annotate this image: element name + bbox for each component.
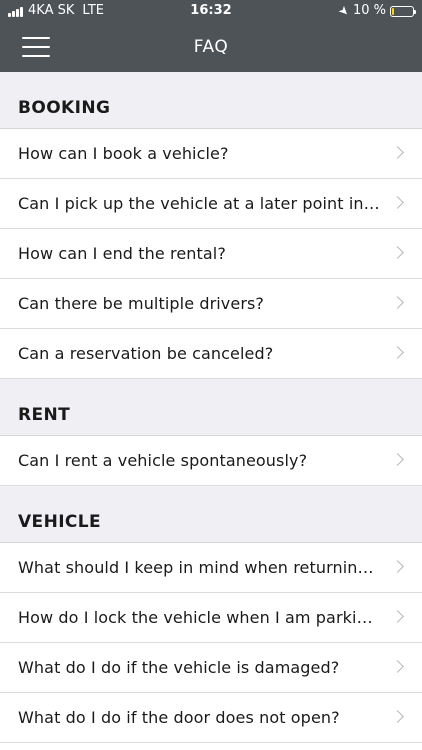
faq-question: Can there be multiple drivers?: [18, 294, 265, 313]
chevron-right-icon: [391, 453, 404, 466]
nav-bar: FAQ: [0, 22, 422, 72]
chevron-right-icon: [391, 246, 404, 259]
section-title: BOOKING: [18, 98, 111, 118]
faq-question: How do I lock the vehicle when I am park…: [18, 608, 382, 627]
chevron-right-icon: [391, 196, 404, 209]
chevron-right-icon: [391, 346, 404, 359]
faq-question: Can I rent a vehicle spontaneously?: [18, 451, 308, 470]
chevron-right-icon: [391, 710, 404, 723]
faq-question: Can I pick up the vehicle at a later poi…: [18, 194, 382, 213]
faq-item[interactable]: How do I lock the vehicle when I am park…: [0, 593, 422, 643]
status-right: ➤ 10 %: [335, 0, 416, 22]
faq-question: How can I book a vehicle?: [18, 144, 229, 163]
battery-icon: [390, 5, 416, 17]
section-header: VEHICLE: [0, 486, 422, 543]
faq-item[interactable]: How can I end the rental?: [0, 229, 422, 279]
faq-item[interactable]: Can there be multiple drivers?: [0, 279, 422, 329]
faq-question: What do I do if the vehicle is damaged?: [18, 658, 340, 677]
battery-percentage: 10 %: [352, 3, 386, 18]
chevron-right-icon: [391, 146, 404, 159]
faq-question: How can I end the rental?: [18, 244, 226, 263]
faq-item[interactable]: Can I pick up the vehicle at a later poi…: [0, 179, 422, 229]
battery-level: [392, 7, 394, 15]
faq-item[interactable]: What do I do if the door does not open?: [0, 693, 422, 743]
chevron-right-icon: [391, 560, 404, 573]
chevron-right-icon: [391, 660, 404, 673]
status-bar: 4KA SK LTE 16:32 ➤ 10 %: [0, 0, 422, 22]
faq-item[interactable]: What should I keep in mind when returnin…: [0, 543, 422, 593]
section-header: RENT: [0, 379, 422, 436]
section-header: BOOKING: [0, 72, 422, 129]
faq-list: BOOKING How can I book a vehicle? Can I pi…: [0, 72, 422, 743]
faq-item[interactable]: Can I rent a vehicle spontaneously?: [0, 436, 422, 486]
faq-item[interactable]: What do I do if the vehicle is damaged?: [0, 643, 422, 693]
chevron-right-icon: [391, 610, 404, 623]
faq-item[interactable]: Can a reservation be canceled?: [0, 329, 422, 379]
section-title: RENT: [18, 405, 71, 425]
page-title: FAQ: [193, 37, 229, 57]
faq-question: What do I do if the door does not open?: [18, 708, 340, 727]
faq-question: Can a reservation be canceled?: [18, 344, 274, 363]
section-title: VEHICLE: [18, 512, 102, 532]
chevron-right-icon: [391, 296, 404, 309]
faq-item[interactable]: How can I book a vehicle?: [0, 129, 422, 179]
faq-question: What should I keep in mind when returnin…: [18, 558, 382, 577]
